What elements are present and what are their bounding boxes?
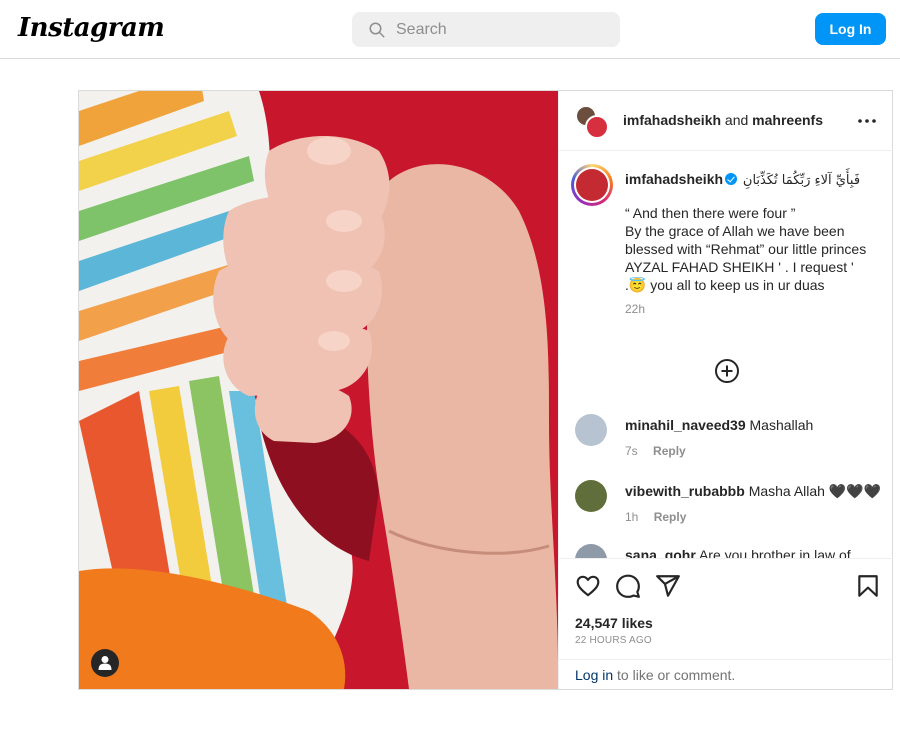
caption-avatar[interactable] [571,164,613,206]
likes-count[interactable]: 24,547 likes [575,615,653,631]
avatar[interactable] [575,544,607,558]
comments-section[interactable]: imfahadsheikh فَبِأَيِّ آلاءِ رَبِّكُمَا… [559,152,894,558]
login-link[interactable]: Log in [575,667,613,683]
heart-icon[interactable] [575,573,601,599]
avatar[interactable] [575,414,607,446]
search-box[interactable] [352,12,620,47]
comment-meta: 7s Reply [625,444,686,458]
caption-arabic: فَبِأَيِّ آلاءِ رَبِّكُمَا تُكَذِّبَانِ [742,173,861,188]
search-input[interactable] [396,12,606,47]
post-card: imfahadsheikh and mahreenfs imfahadsheik… [78,90,894,690]
post-sidebar: imfahadsheikh and mahreenfs imfahadsheik… [558,91,894,689]
login-button[interactable]: Log In [815,13,886,45]
login-prompt-text: to like or comment. [613,667,736,683]
post-photo [79,91,558,689]
user-tag-button[interactable] [91,649,119,677]
instagram-logo[interactable]: Instagram [18,13,165,43]
plus-circle-icon[interactable] [714,358,740,384]
caption-username[interactable]: imfahadsheikh [625,171,723,187]
author-link[interactable]: mahreenfs [752,112,823,128]
post-actions: 24,547 likes 22 HOURS AGO Log in to like… [559,558,894,688]
caption-text: “ And then there were four ” By the grac… [625,205,867,293]
login-prompt: Log in to like or comment. [559,659,894,689]
comment-text: vibewith_rubabbb Masha Allah 🖤🖤🖤 [625,483,882,499]
search-icon [369,22,385,38]
verified-badge-icon [725,173,738,185]
comment-time: 1h [625,510,639,524]
avatar[interactable] [575,480,607,512]
paper-plane-icon[interactable] [655,573,681,599]
post-header: imfahadsheikh and mahreenfs [559,91,894,151]
author-link[interactable]: imfahadsheikh [623,112,721,128]
comment-text: minahil_naveed39 Mashallah [625,417,814,433]
post-timestamp[interactable]: 22 HOURS AGO [575,635,652,646]
comment-username[interactable]: vibewith_rubabbb [625,483,745,499]
post-authors: imfahadsheikh and mahreenfs [623,112,823,128]
comment-icon[interactable] [615,573,641,599]
comment-username[interactable]: sana_gohr [625,547,696,558]
more-horizontal-icon[interactable] [855,109,879,133]
caption-timestamp: 22h [625,302,646,316]
reply-button[interactable]: Reply [653,444,686,458]
comment-username[interactable]: minahil_naveed39 [625,417,746,433]
top-navigation: Instagram Log In [0,0,900,59]
avatar [585,115,609,139]
comment-text: sana_gohr Are you brother in law of [625,546,885,558]
user-tag-icon [98,656,112,670]
post-image[interactable] [79,91,558,689]
post-caption: imfahadsheikh فَبِأَيِّ آلاءِ رَبِّكُمَا… [625,170,880,318]
collab-avatars[interactable] [575,105,611,139]
comment-time: 7s [625,444,638,458]
comment-meta: 1h Reply [625,510,686,524]
reply-button[interactable]: Reply [654,510,687,524]
author-joiner: and [724,112,749,128]
bookmark-icon[interactable] [855,573,881,599]
